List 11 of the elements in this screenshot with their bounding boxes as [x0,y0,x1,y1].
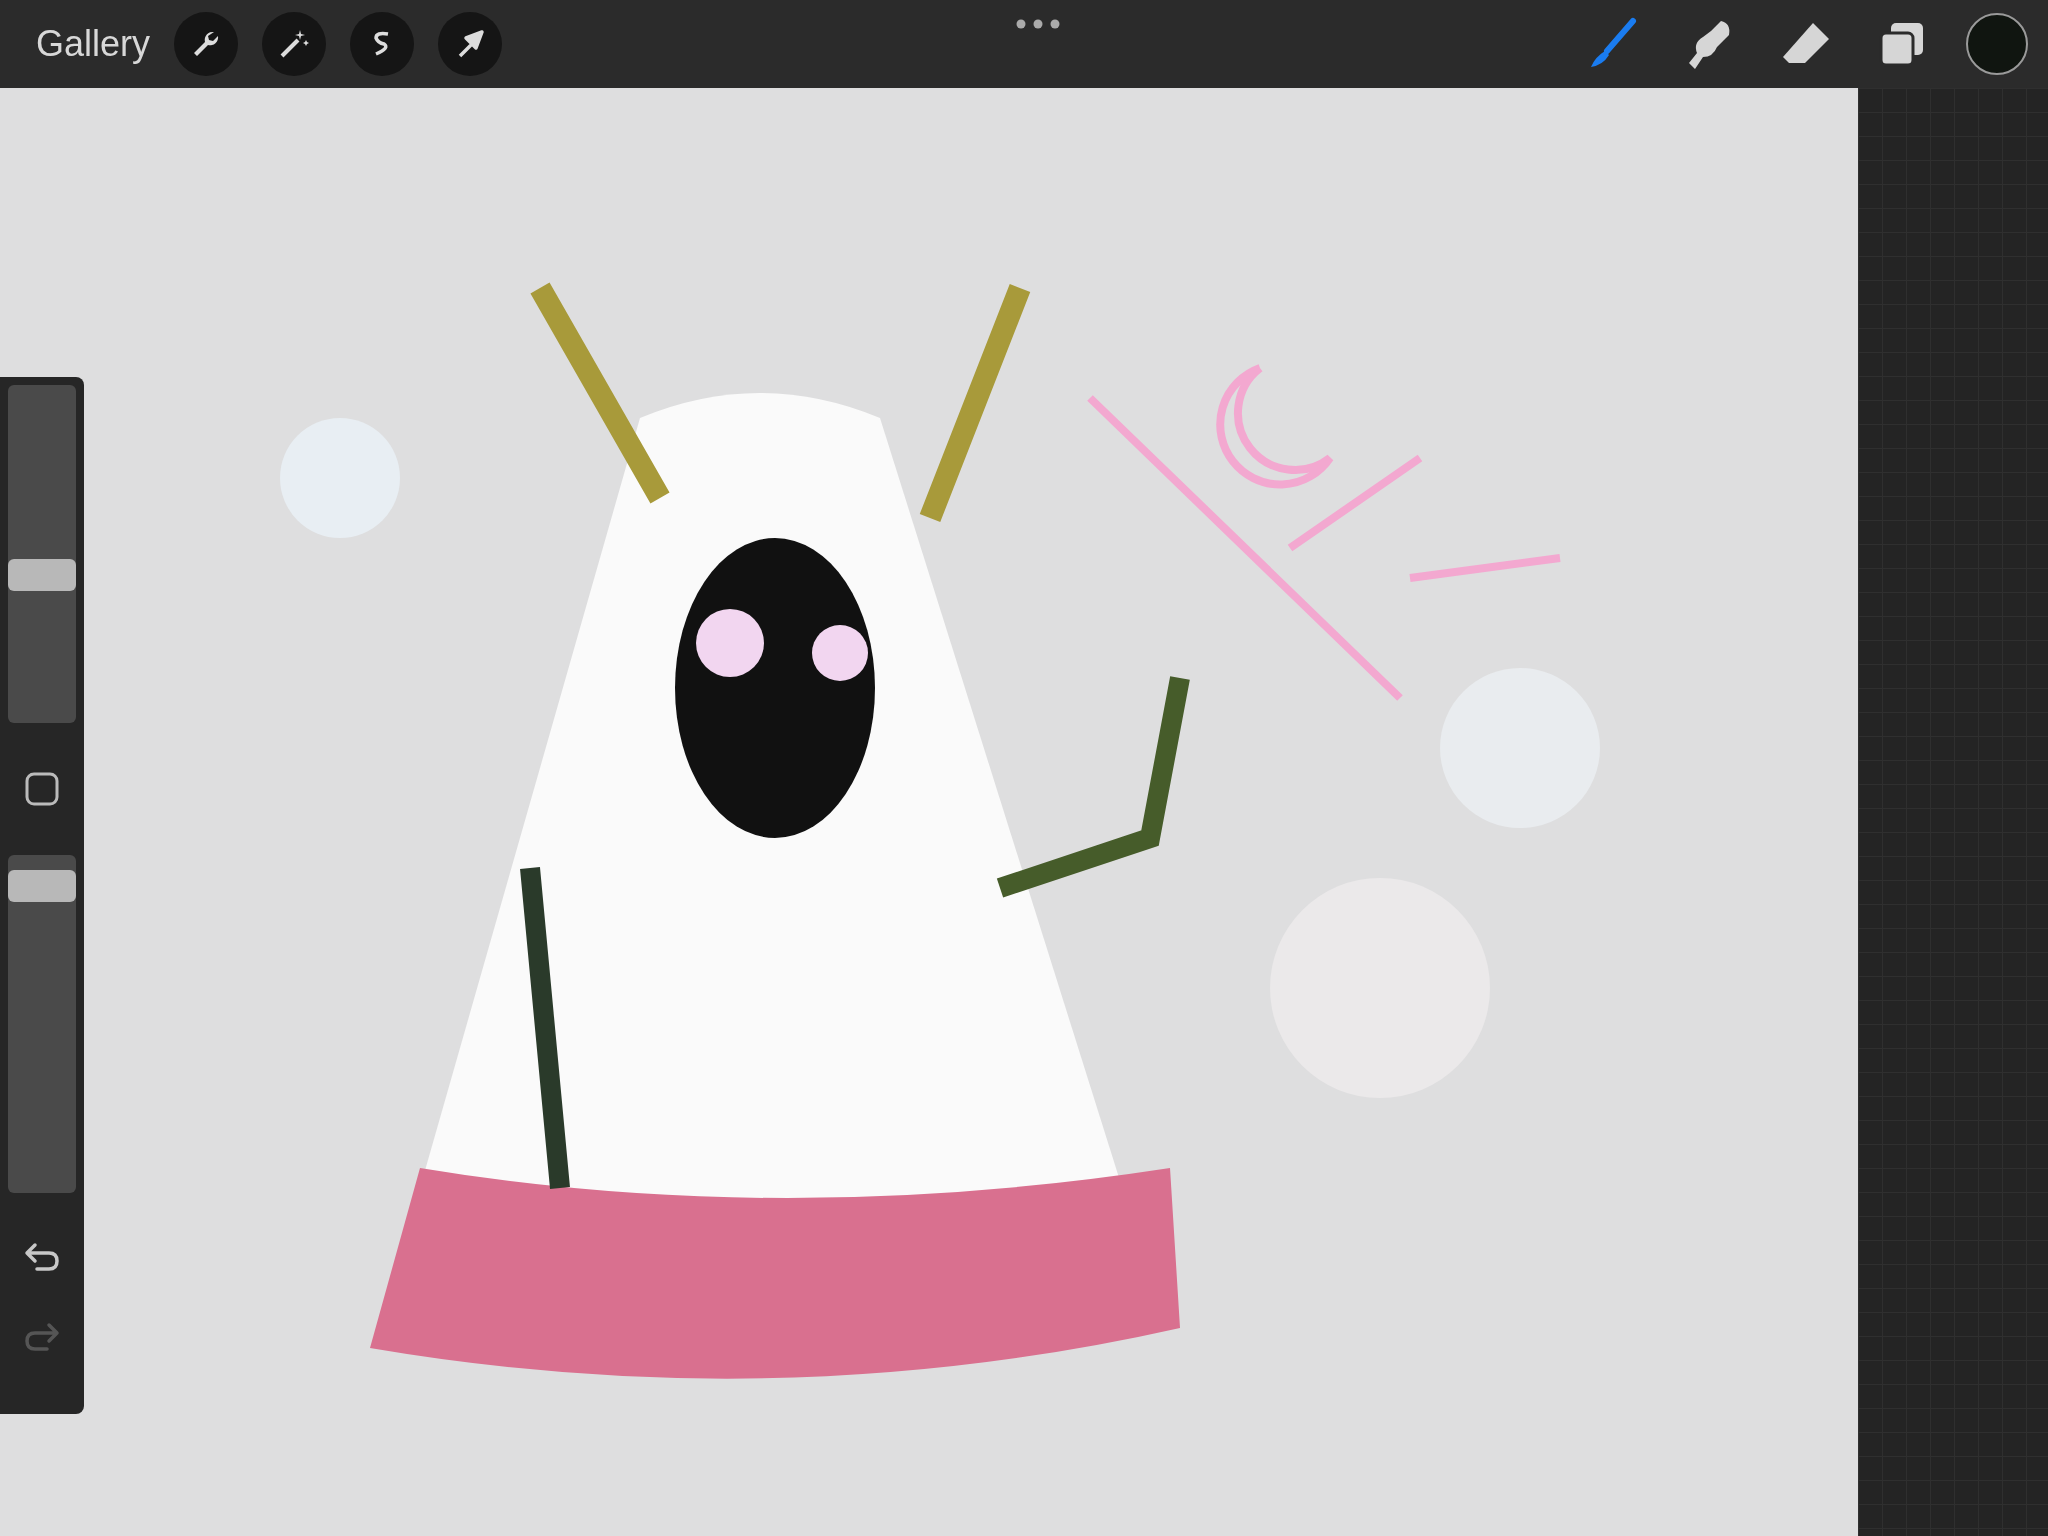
slider-thumb[interactable] [8,559,76,592]
brush-size-slider[interactable] [8,385,76,723]
undo-button[interactable] [23,1241,61,1273]
more-icon[interactable] [1016,19,1060,29]
square-icon [24,771,60,807]
gallery-button[interactable]: Gallery [36,17,151,71]
opacity-slider[interactable] [8,855,76,1193]
redo-icon [23,1321,61,1353]
modify-button[interactable] [24,771,60,807]
undo-icon [23,1241,61,1273]
slider-thumb[interactable] [8,870,76,903]
